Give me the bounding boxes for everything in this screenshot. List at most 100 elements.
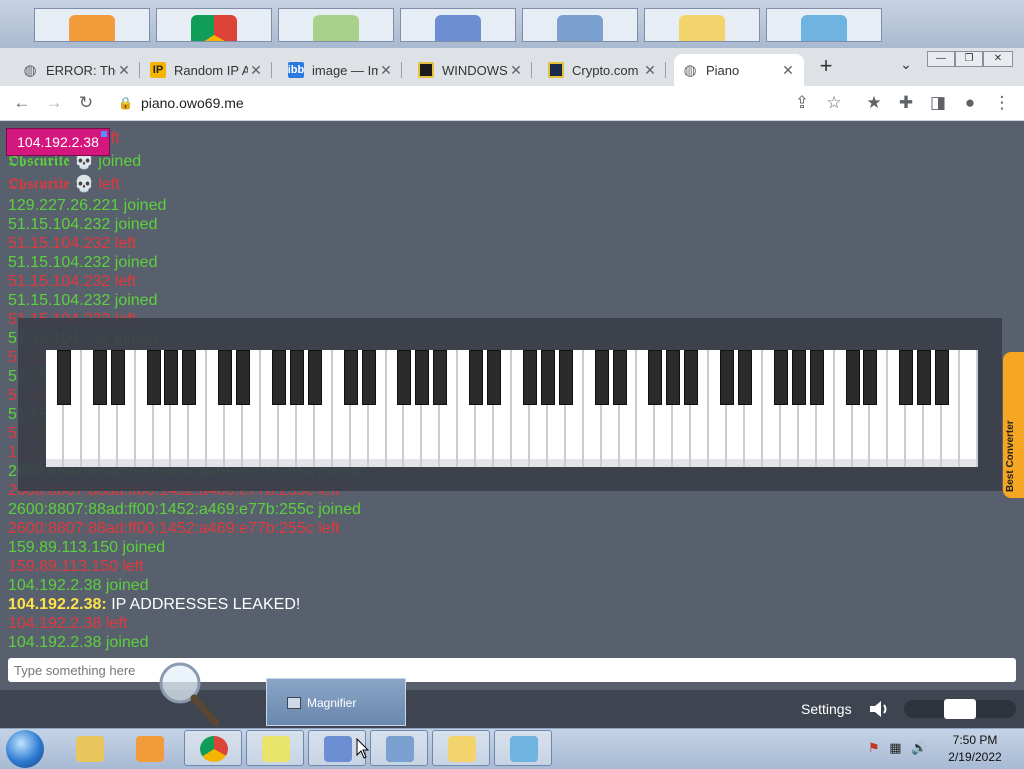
system-tray[interactable]: ⚑ ▦ 🔊 xyxy=(868,740,932,758)
tab-close-icon[interactable]: ✕ xyxy=(378,62,394,79)
black-key[interactable] xyxy=(540,350,555,405)
black-key[interactable] xyxy=(164,350,179,405)
tab-4[interactable]: WINDOWS9 ✕ xyxy=(410,54,532,86)
black-key[interactable] xyxy=(343,350,358,405)
thumbnail-chat[interactable] xyxy=(644,8,760,42)
taskbar-chrome[interactable] xyxy=(184,730,242,766)
thumbnail-keyboard[interactable] xyxy=(522,8,638,42)
black-key[interactable] xyxy=(56,350,71,405)
clock-date[interactable]: 2/19/2022 xyxy=(940,750,1010,764)
black-key[interactable] xyxy=(594,350,609,405)
thumbnail-folder[interactable] xyxy=(278,8,394,42)
tab-search-chevron-icon[interactable]: ⌄ xyxy=(896,56,916,76)
close-window-button[interactable]: ✕ xyxy=(983,51,1013,67)
back-arrow-icon[interactable]: ← xyxy=(12,93,32,113)
volume-slider-thumb[interactable] xyxy=(944,699,976,719)
address-bar[interactable]: 🔒 piano.owo69.me xyxy=(118,93,244,113)
black-key[interactable] xyxy=(236,350,251,405)
tab-3[interactable]: ibb image — Ime✕ xyxy=(280,54,402,86)
tab-close-icon[interactable]: ✕ xyxy=(642,62,658,79)
black-key[interactable] xyxy=(146,350,161,405)
start-button-icon[interactable] xyxy=(6,730,44,768)
black-key[interactable] xyxy=(720,350,735,405)
black-key[interactable] xyxy=(182,350,197,405)
thumbnail-media-player[interactable] xyxy=(34,8,150,42)
black-key[interactable] xyxy=(666,350,681,405)
black-key[interactable] xyxy=(289,350,304,405)
new-tab-button[interactable]: + xyxy=(814,55,838,79)
menu-kebab-icon[interactable]: ⋮ xyxy=(992,93,1012,113)
taskbar-photo-viewer[interactable] xyxy=(494,730,552,766)
tab-close-icon[interactable]: ✕ xyxy=(248,62,264,79)
black-key[interactable] xyxy=(845,350,860,405)
tab-1[interactable]: ◍ ERROR: The ✕ xyxy=(14,54,140,86)
black-key[interactable] xyxy=(272,350,286,405)
taskbar-sticky-notes[interactable] xyxy=(246,730,304,766)
black-key[interactable] xyxy=(522,350,537,405)
black-key[interactable] xyxy=(110,350,125,405)
chat-message: 104.192.2.38: IP ADDRESSES LEAKED! xyxy=(8,595,568,614)
taskbar-on-screen-keyboard[interactable] xyxy=(370,730,428,766)
tab-close-icon[interactable]: ✕ xyxy=(508,62,524,79)
user-badge[interactable]: 104.192.2.38 xyxy=(6,128,110,156)
crypto-logo-icon xyxy=(548,62,564,78)
bookmarks-star-filled-icon[interactable]: ★ xyxy=(864,93,884,113)
black-key[interactable] xyxy=(415,350,430,405)
chrome-icon xyxy=(200,736,228,762)
bookmark-star-icon[interactable]: ☆ xyxy=(824,93,844,113)
black-key[interactable] xyxy=(92,350,107,405)
black-key[interactable] xyxy=(791,350,806,405)
tab-title: Random IP A xyxy=(174,62,248,78)
extensions-puzzle-icon[interactable]: ✚ xyxy=(896,93,916,113)
black-key[interactable] xyxy=(773,350,788,405)
action-center-flag-icon[interactable]: ⚑ xyxy=(868,740,880,755)
taskbar-explorer[interactable] xyxy=(60,730,118,766)
black-key[interactable] xyxy=(935,350,950,405)
settings-button[interactable]: Settings xyxy=(801,701,852,717)
thumbnail-magnifier[interactable] xyxy=(400,8,516,42)
thumbnail-photos[interactable] xyxy=(766,8,882,42)
best-converter-tab[interactable]: Best Converter xyxy=(1003,352,1024,498)
black-key[interactable] xyxy=(558,350,573,405)
tab-2[interactable]: IP Random IP A ✕ xyxy=(142,54,272,86)
black-key[interactable] xyxy=(863,350,878,405)
black-key[interactable] xyxy=(487,350,502,405)
black-key[interactable] xyxy=(612,350,627,405)
magnifier-tooltip[interactable]: Magnifier xyxy=(266,678,406,726)
lock-icon[interactable]: 🔒 xyxy=(118,96,133,110)
side-panel-icon[interactable]: ◨ xyxy=(928,93,948,113)
clock-time[interactable]: 7:50 PM xyxy=(940,733,1010,747)
black-key[interactable] xyxy=(899,350,914,405)
white-key[interactable] xyxy=(960,350,978,467)
reload-icon[interactable]: ↻ xyxy=(76,93,96,113)
black-key[interactable] xyxy=(397,350,412,405)
volume-icon[interactable] xyxy=(868,698,892,720)
black-key[interactable] xyxy=(218,350,233,405)
taskbar-messenger[interactable] xyxy=(432,730,490,766)
black-key[interactable] xyxy=(469,350,484,405)
keyboard-icon xyxy=(386,736,414,762)
black-key[interactable] xyxy=(738,350,752,405)
tray-volume-icon[interactable]: 🔊 xyxy=(911,740,927,755)
black-key[interactable] xyxy=(433,350,448,405)
magnifier-glass-icon[interactable] xyxy=(158,661,224,729)
chat-nick: 104.192.2.38: xyxy=(8,596,107,613)
taskbar-media-player[interactable] xyxy=(120,730,178,766)
black-key[interactable] xyxy=(917,350,932,405)
black-key[interactable] xyxy=(648,350,663,405)
restore-button[interactable]: ❐ xyxy=(955,51,983,67)
network-icon[interactable]: ▦ xyxy=(889,740,901,755)
tab-5[interactable]: Crypto.com ✕ xyxy=(540,54,666,86)
black-key[interactable] xyxy=(307,350,322,405)
black-key[interactable] xyxy=(361,350,376,405)
minimize-button[interactable]: — xyxy=(927,51,955,67)
forward-arrow-icon[interactable]: → xyxy=(44,93,64,113)
share-icon[interactable]: ⇪ xyxy=(792,93,812,113)
thumbnail-chrome[interactable] xyxy=(156,8,272,42)
black-key[interactable] xyxy=(809,350,824,405)
tab-6[interactable]: ◍ Piano ✕ xyxy=(674,54,804,86)
black-key[interactable] xyxy=(684,350,699,405)
profile-avatar-icon[interactable]: ● xyxy=(960,93,980,113)
tab-close-icon[interactable]: ✕ xyxy=(116,62,132,79)
tab-close-icon[interactable]: ✕ xyxy=(780,62,796,79)
